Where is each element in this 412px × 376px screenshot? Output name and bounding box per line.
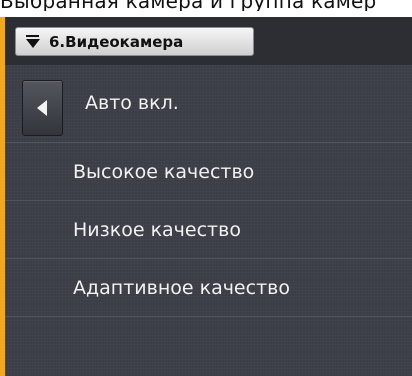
menu-item-high-quality[interactable]: Высокое качество (5, 143, 412, 201)
menu-item-label: Низкое качество (73, 219, 241, 241)
camera-quality-panel: 6.Видеокамера Авто вкл. Высокое качество… (5, 17, 412, 376)
camera-select-button[interactable]: 6.Видеокамера (15, 27, 254, 56)
down-caret-icon (25, 34, 41, 49)
current-mode-row: Авто вкл. (5, 65, 412, 143)
back-button[interactable] (22, 80, 63, 136)
menu-item-label: Высокое качество (73, 161, 255, 183)
menu-item-adaptive-quality[interactable]: Адаптивное качество (5, 259, 412, 317)
current-mode-label: Авто вкл. (85, 92, 179, 114)
partial-top-caption: Выбранная камера и группа камер (0, 0, 412, 11)
left-triangle-icon (37, 100, 47, 116)
menu-item-low-quality[interactable]: Низкое качество (5, 201, 412, 259)
panel-header: 6.Видеокамера (5, 17, 412, 65)
menu-item-label: Адаптивное качество (73, 277, 290, 299)
camera-select-label: 6.Видеокамера (49, 32, 184, 51)
